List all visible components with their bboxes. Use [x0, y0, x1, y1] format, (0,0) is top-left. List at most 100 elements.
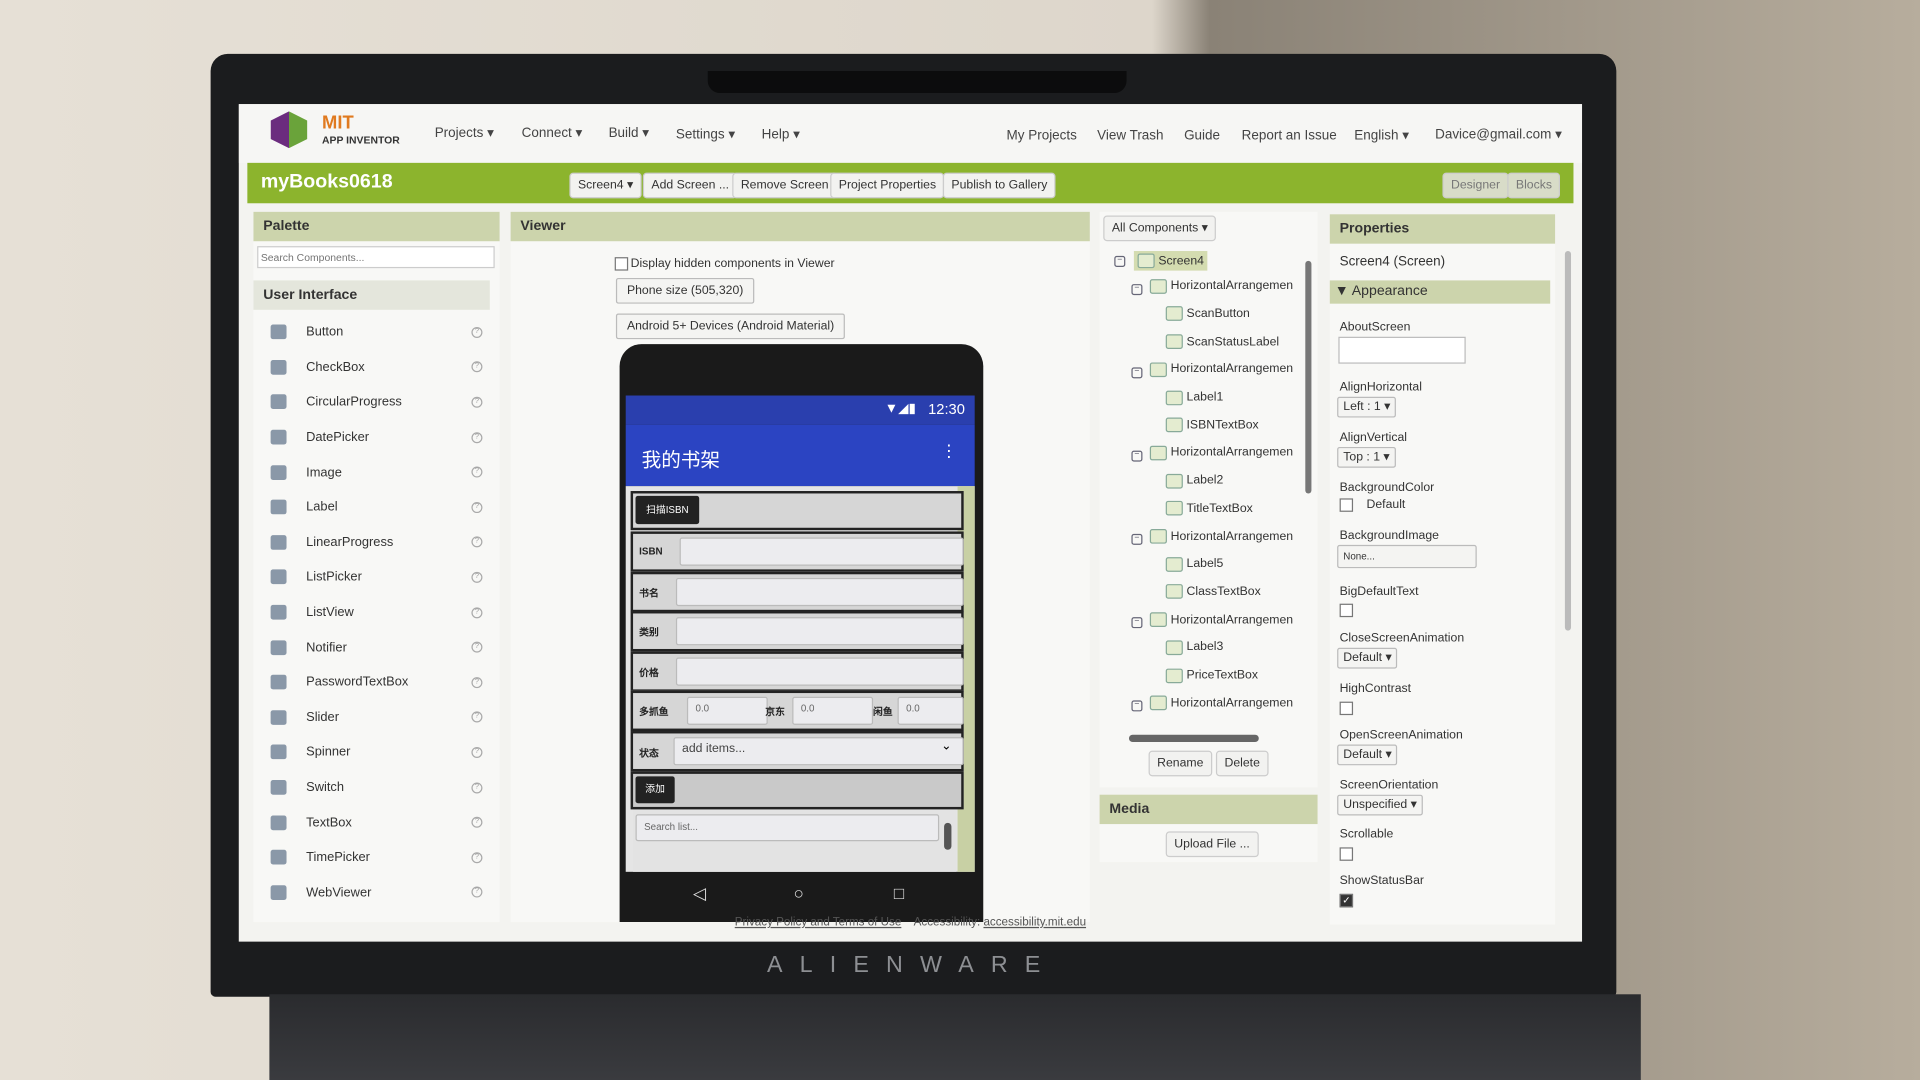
project-properties-button[interactable]: Project Properties: [830, 172, 945, 199]
class-textbox[interactable]: [675, 617, 964, 646]
palette-item-image[interactable]: Image?: [253, 455, 499, 490]
background-image-picker[interactable]: None...: [1337, 544, 1477, 569]
align-horizontal-select[interactable]: Left : 1 ▾: [1337, 396, 1397, 418]
palette-item-notifier[interactable]: Notifier?: [253, 630, 499, 665]
palette-item-linearprogress[interactable]: LinearProgress?: [253, 525, 499, 560]
background-color-swatch[interactable]: [1339, 498, 1354, 512]
palette-item-timepicker[interactable]: TimePicker?: [253, 840, 499, 875]
nav-recents-icon[interactable]: □: [894, 883, 904, 903]
scan-isbn-button[interactable]: 扫描ISBN: [635, 495, 700, 525]
palette-item-slider[interactable]: Slider?: [253, 700, 499, 735]
search-components-input[interactable]: [257, 246, 495, 269]
store3-price-textbox[interactable]: 0.0: [897, 696, 964, 725]
screen-select[interactable]: Screen4 ▾: [569, 172, 642, 199]
link-report-issue[interactable]: Report an Issue: [1242, 129, 1337, 144]
help-icon[interactable]: ?: [471, 886, 483, 898]
screen-orientation-select[interactable]: Unspecified ▾: [1337, 794, 1423, 816]
add-button[interactable]: 添加: [635, 776, 675, 804]
store1-price-textbox[interactable]: 0.0: [686, 696, 768, 725]
rename-button[interactable]: Rename: [1148, 750, 1213, 777]
publish-gallery-button[interactable]: Publish to Gallery: [942, 172, 1056, 199]
align-vertical-select[interactable]: Top : 1 ▾: [1337, 446, 1396, 468]
collapse-toggle-icon[interactable]: −: [1114, 255, 1126, 267]
category-user-interface[interactable]: User Interface: [253, 280, 490, 310]
help-icon[interactable]: ?: [471, 396, 483, 408]
designer-button[interactable]: Designer: [1442, 172, 1509, 199]
add-screen-button[interactable]: Add Screen ...: [642, 172, 738, 199]
language-menu[interactable]: English ▾: [1354, 127, 1409, 144]
accessibility-link[interactable]: accessibility.mit.edu: [983, 916, 1086, 929]
help-icon[interactable]: ?: [471, 431, 483, 443]
nav-home-icon[interactable]: ○: [793, 883, 803, 903]
big-default-text-checkbox[interactable]: [1339, 603, 1354, 618]
help-icon[interactable]: ?: [471, 606, 483, 618]
palette-item-spinner[interactable]: Spinner?: [253, 735, 499, 770]
tree-node[interactable]: ISBNTextBox: [1165, 417, 1259, 433]
properties-scrollbar[interactable]: [1564, 251, 1572, 631]
blocks-button[interactable]: Blocks: [1507, 172, 1561, 199]
open-animation-select[interactable]: Default ▾: [1337, 744, 1398, 766]
tree-node[interactable]: Label3: [1165, 640, 1223, 655]
help-icon[interactable]: ?: [471, 816, 483, 828]
components-filter-select[interactable]: All Components ▾: [1103, 215, 1217, 242]
tree-node[interactable]: HorizontalArrangemen: [1149, 445, 1293, 461]
tree-node[interactable]: Label5: [1165, 556, 1223, 572]
help-icon[interactable]: ?: [471, 501, 483, 513]
palette-item-circularprogress[interactable]: CircularProgress?: [253, 385, 499, 420]
palette-item-button[interactable]: Button?: [253, 315, 499, 350]
tree-node[interactable]: ClassTextBox: [1165, 584, 1261, 600]
about-screen-textarea[interactable]: [1338, 336, 1466, 364]
help-icon[interactable]: ?: [471, 711, 483, 723]
list-search-input[interactable]: Search list...: [635, 814, 940, 842]
help-icon[interactable]: ?: [471, 361, 483, 373]
collapse-toggle-icon[interactable]: −: [1131, 450, 1143, 462]
show-status-bar-checkbox[interactable]: ✓: [1339, 893, 1354, 908]
help-icon[interactable]: ?: [471, 746, 483, 758]
close-animation-select[interactable]: Default ▾: [1337, 647, 1398, 669]
title-textbox[interactable]: [675, 577, 964, 607]
tree-node[interactable]: Screen4: [1133, 251, 1208, 271]
collapse-toggle-icon[interactable]: −: [1131, 367, 1143, 379]
account-menu[interactable]: Davice@gmail.com ▾: [1435, 126, 1562, 142]
palette-item-switch[interactable]: Switch?: [253, 770, 499, 805]
tree-node[interactable]: PriceTextBox: [1165, 667, 1258, 683]
help-icon[interactable]: ?: [471, 781, 483, 793]
help-icon[interactable]: ?: [471, 466, 483, 478]
link-view-trash[interactable]: View Trash: [1097, 129, 1163, 144]
palette-item-checkbox[interactable]: CheckBox?: [253, 350, 499, 385]
collapse-toggle-icon[interactable]: −: [1131, 700, 1143, 712]
price-textbox[interactable]: [675, 657, 964, 686]
list-scrollbar[interactable]: [944, 822, 952, 850]
collapse-toggle-icon[interactable]: −: [1131, 283, 1143, 295]
hidden-components-checkbox[interactable]: [614, 257, 629, 271]
help-icon[interactable]: ?: [471, 571, 483, 583]
tree-node[interactable]: ScanStatusLabel: [1165, 334, 1279, 350]
help-icon[interactable]: ?: [471, 326, 483, 338]
upload-file-button[interactable]: Upload File ...: [1165, 831, 1259, 858]
high-contrast-checkbox[interactable]: [1339, 701, 1354, 716]
link-my-projects[interactable]: My Projects: [1007, 129, 1077, 144]
privacy-link[interactable]: Privacy Policy and Terms of Use: [735, 916, 902, 929]
remove-screen-button[interactable]: Remove Screen: [732, 172, 838, 199]
tree-node[interactable]: HorizontalArrangemen: [1149, 362, 1293, 377]
palette-item-listpicker[interactable]: ListPicker?: [253, 560, 499, 595]
link-guide[interactable]: Guide: [1184, 129, 1220, 144]
overflow-menu-icon[interactable]: ⋮: [940, 441, 957, 462]
theme-select[interactable]: Android 5+ Devices (Android Material): [615, 313, 846, 340]
nav-back-icon[interactable]: ◁: [693, 883, 706, 904]
collapse-toggle-icon[interactable]: −: [1131, 617, 1143, 629]
palette-item-passwordtextbox[interactable]: PasswordTextBox?: [253, 665, 499, 700]
tree-node[interactable]: HorizontalArrangemen: [1149, 278, 1293, 294]
menu-help[interactable]: Help ▾: [762, 126, 800, 142]
hidden-components-toggle[interactable]: Display hidden components in Viewer: [614, 257, 835, 271]
tree-node[interactable]: HorizontalArrangemen: [1149, 528, 1293, 544]
tree-node[interactable]: HorizontalArrangemen: [1149, 695, 1293, 711]
tree-node[interactable]: ScanButton: [1165, 306, 1250, 322]
tree-node[interactable]: HorizontalArrangemen: [1149, 612, 1293, 628]
phone-size-select[interactable]: Phone size (505,320): [615, 277, 755, 304]
menu-projects[interactable]: Projects ▾: [435, 125, 494, 141]
palette-item-datepicker[interactable]: DatePicker?: [253, 420, 499, 455]
tree-horizontal-scrollbar[interactable]: [1128, 734, 1259, 743]
tree-node[interactable]: TitleTextBox: [1165, 501, 1253, 516]
help-icon[interactable]: ?: [471, 851, 483, 863]
